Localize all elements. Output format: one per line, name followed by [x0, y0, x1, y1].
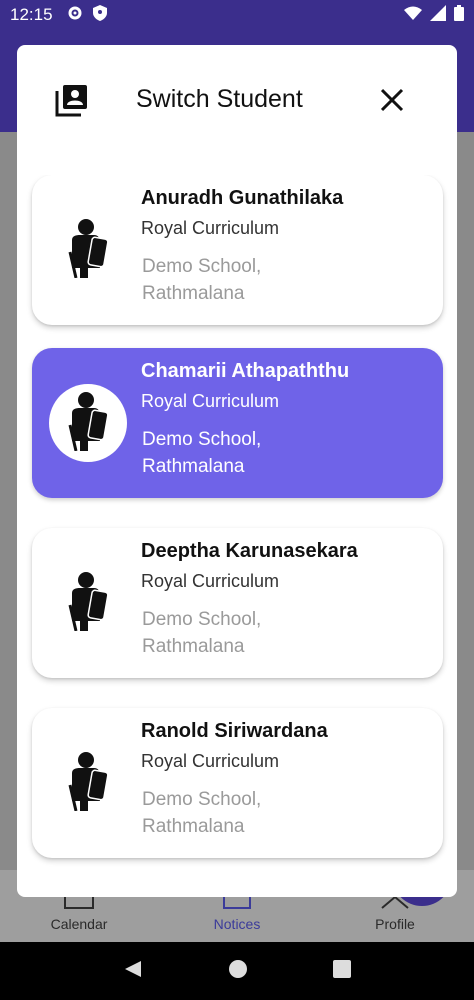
student-list-icon — [55, 83, 89, 117]
close-icon[interactable] — [375, 83, 409, 117]
calendar-icon — [64, 895, 94, 912]
status-bar: 12:15 — [0, 0, 474, 30]
student-icon — [66, 218, 110, 283]
student-card-selected[interactable]: Chamarii Athapaththu Royal Curriculum De… — [32, 348, 443, 498]
nav-item-notices[interactable]: Notices — [177, 895, 297, 932]
student-school: Demo School, Rathmalana — [142, 786, 362, 840]
battery-icon — [454, 4, 464, 26]
system-nav-bar — [0, 942, 474, 1000]
avatar — [49, 564, 127, 642]
student-school: Demo School, Rathmalana — [142, 253, 362, 307]
student-school: Demo School, Rathmalana — [142, 606, 362, 660]
student-curriculum: Royal Curriculum — [141, 391, 280, 411]
switch-student-dialog: Switch Student Anuradh Gunathilaka Royal… — [17, 45, 457, 897]
school-location: Rathmalana — [142, 283, 245, 304]
student-name: Chamarii Athapaththu — [141, 360, 350, 382]
student-icon — [66, 571, 110, 636]
student-name: Anuradh Gunathilaka — [141, 187, 344, 209]
recents-icon[interactable] — [333, 959, 352, 983]
student-list: Anuradh Gunathilaka Royal Curriculum Dem… — [17, 175, 457, 897]
student-curriculum: Royal Curriculum — [141, 571, 280, 591]
student-name: Deeptha Karunasekara — [141, 540, 358, 562]
student-card[interactable]: Anuradh Gunathilaka Royal Curriculum Dem… — [32, 175, 443, 325]
school-name: Demo School, — [142, 789, 262, 810]
back-icon[interactable] — [123, 959, 143, 984]
status-time: 12:15 — [10, 5, 53, 24]
school-name: Demo School, — [142, 609, 262, 630]
school-location: Rathmalana — [142, 456, 245, 477]
student-name: Ranold Siriwardana — [141, 720, 328, 742]
student-curriculum: Royal Curriculum — [141, 751, 280, 771]
home-icon[interactable] — [228, 959, 248, 984]
avatar — [49, 744, 127, 822]
shield-icon — [92, 4, 107, 26]
school-name: Demo School, — [142, 429, 262, 450]
signal-icon — [430, 4, 446, 26]
dialog-header: Switch Student — [17, 45, 457, 155]
nav-label-notices: Notices — [213, 916, 261, 932]
settings-icon — [67, 5, 83, 26]
nav-label-profile: Profile — [375, 916, 415, 932]
student-icon — [66, 391, 110, 456]
student-card[interactable]: Ranold Siriwardana Royal Curriculum Demo… — [32, 708, 443, 858]
nav-label-calendar: Calendar — [50, 916, 108, 932]
dialog-title: Switch Student — [136, 85, 303, 113]
student-curriculum: Royal Curriculum — [141, 218, 280, 238]
avatar — [49, 211, 127, 289]
school-location: Rathmalana — [142, 636, 245, 657]
nav-item-calendar[interactable]: Calendar — [19, 895, 139, 932]
notices-icon — [223, 895, 251, 912]
wifi-icon — [404, 6, 422, 25]
school-name: Demo School, — [142, 256, 262, 277]
student-card[interactable]: Deeptha Karunasekara Royal Curriculum De… — [32, 528, 443, 678]
avatar — [49, 384, 127, 462]
school-location: Rathmalana — [142, 816, 245, 837]
student-icon — [66, 751, 110, 816]
student-school: Demo School, Rathmalana — [142, 426, 362, 480]
